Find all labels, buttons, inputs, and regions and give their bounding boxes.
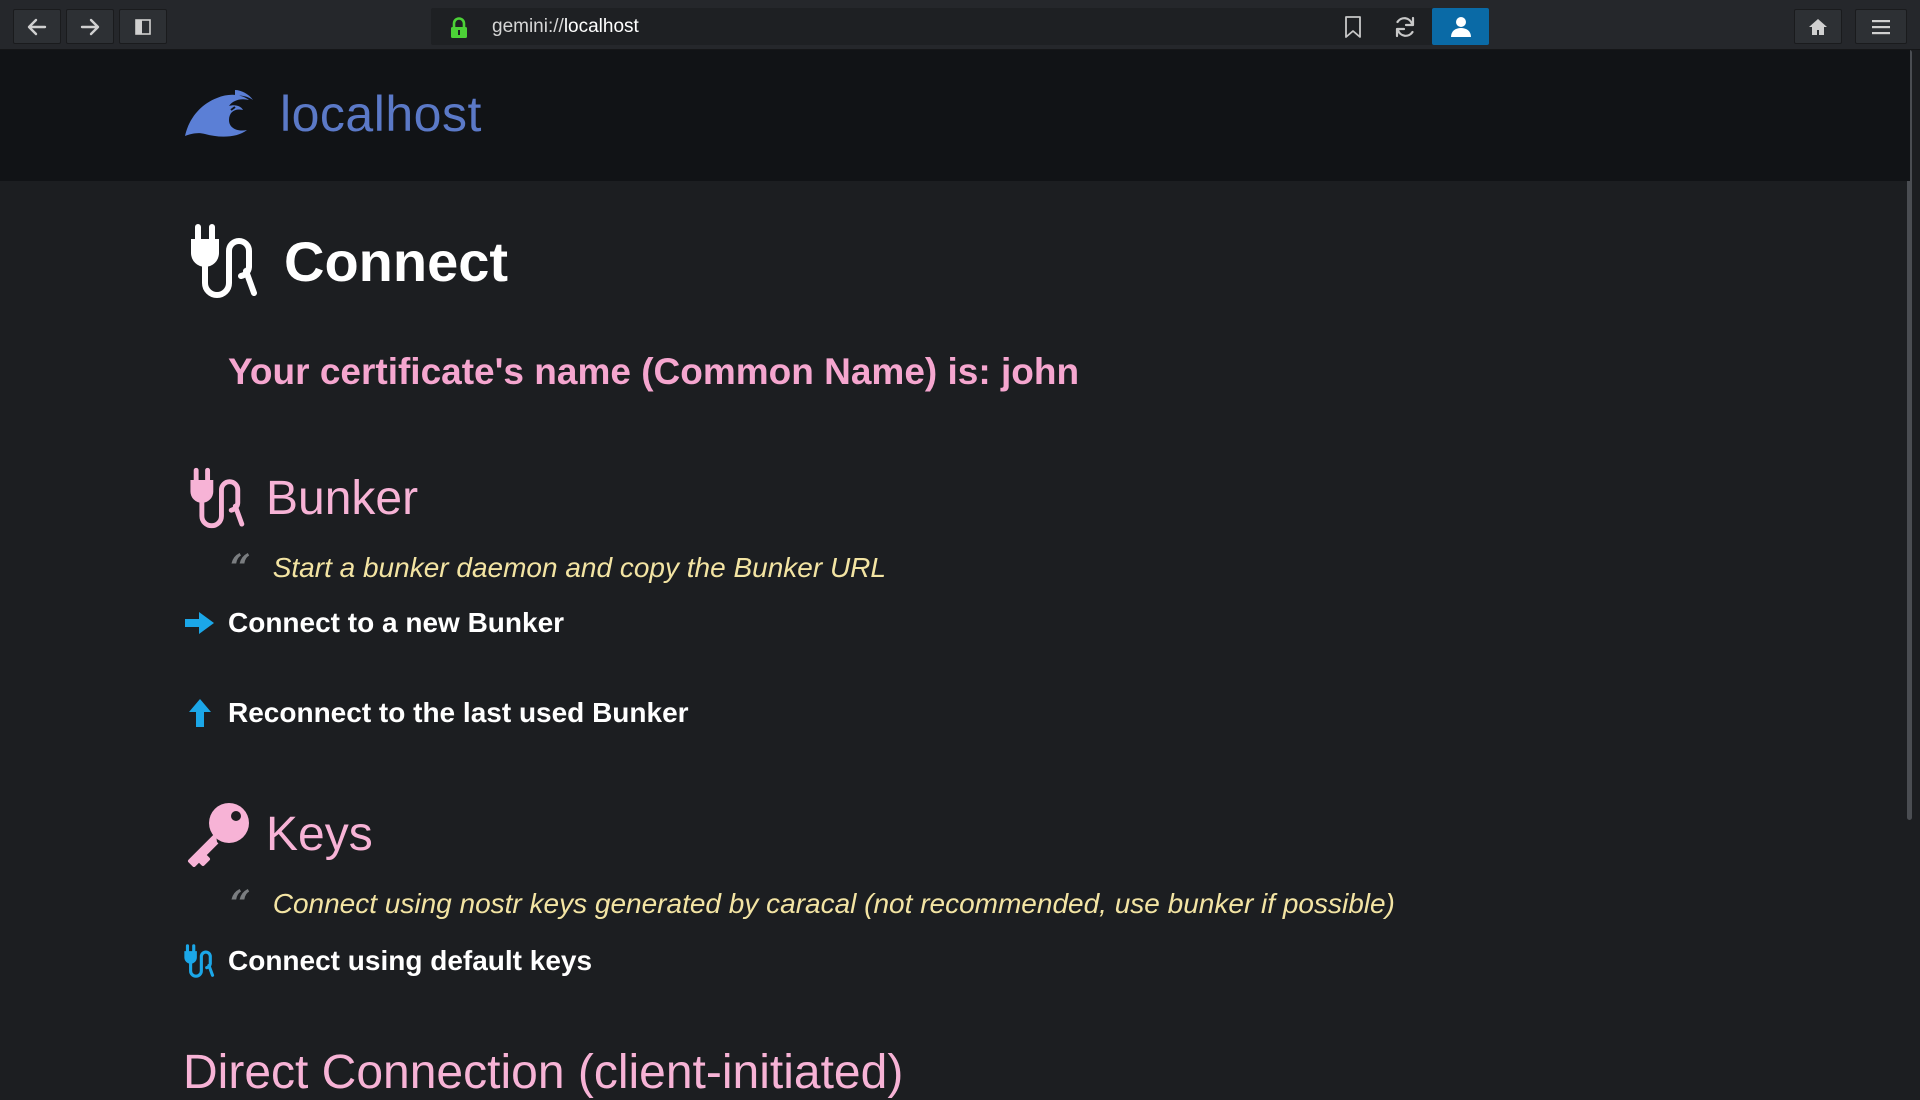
site-name[interactable]: localhost (280, 85, 482, 143)
home-icon (1809, 18, 1827, 35)
lock-icon[interactable] (449, 17, 469, 39)
direct-connection-heading-row: Direct Connection (client-initiated) (183, 1045, 903, 1100)
arrow-right-icon (185, 612, 214, 634)
url-host: localhost (563, 16, 639, 37)
link-label[interactable]: Connect using default keys (228, 945, 592, 977)
user-icon (1450, 16, 1471, 37)
address-bar[interactable]: gemini://localhost (431, 8, 1489, 45)
link-label[interactable]: Reconnect to the last used Bunker (228, 697, 689, 729)
page-title: Connect (284, 229, 508, 293)
page-title-row: Connect (188, 221, 508, 301)
keys-quote-row: “ Connect using nostr keys generated by … (230, 883, 1395, 925)
arrow-left-icon (27, 18, 47, 35)
arrow-right-icon (80, 18, 100, 35)
identity-button[interactable] (1432, 8, 1489, 45)
url-scheme: gemini:// (492, 16, 564, 37)
quote-mark-icon: “ (230, 547, 251, 589)
link-connect-default-keys[interactable]: Connect using default keys (183, 943, 592, 979)
hamburger-menu-icon (1872, 19, 1890, 34)
bookmark-icon[interactable] (1344, 16, 1362, 38)
keys-heading-row: Keys (186, 801, 373, 867)
reload-icon[interactable] (1393, 16, 1417, 38)
forward-button[interactable] (66, 9, 114, 44)
plug-icon (190, 467, 245, 529)
section-heading: Keys (266, 807, 373, 861)
section-heading: Bunker (266, 471, 419, 525)
plug-icon (184, 944, 215, 978)
sidebar-icon (135, 18, 151, 35)
quote-text: Connect using nostr keys generated by ca… (272, 888, 1395, 919)
url-text[interactable]: gemini://localhost (492, 8, 639, 45)
bunker-heading-row: Bunker (188, 465, 418, 531)
home-button[interactable] (1794, 9, 1842, 44)
menu-button[interactable] (1855, 9, 1907, 44)
sidebar-button[interactable] (119, 9, 167, 44)
plug-icon (191, 224, 257, 298)
back-button[interactable] (13, 9, 61, 44)
section-heading: Direct Connection (client-initiated) (183, 1046, 904, 1099)
wave-icon[interactable] (183, 88, 255, 140)
link-label[interactable]: Connect to a new Bunker (228, 607, 564, 639)
arrow-up-icon (189, 699, 211, 727)
page-content: Connect Your certificate's name (Common … (0, 181, 1910, 1099)
browser-toolbar: gemini://localhost (0, 0, 1920, 50)
link-reconnect-last-bunker[interactable]: Reconnect to the last used Bunker (185, 697, 689, 729)
quote-text: Start a bunker daemon and copy the Bunke… (272, 552, 886, 583)
certificate-line-row: Your certificate's name (Common Name) is… (228, 351, 1079, 393)
certificate-name-text: Your certificate's name (Common Name) is… (228, 351, 1080, 392)
quote-mark-icon: “ (230, 883, 251, 925)
link-connect-new-bunker[interactable]: Connect to a new Bunker (185, 607, 564, 639)
site-banner: localhost (0, 50, 1910, 181)
key-icon (188, 803, 249, 867)
bunker-quote-row: “ Start a bunker daemon and copy the Bun… (230, 547, 886, 589)
